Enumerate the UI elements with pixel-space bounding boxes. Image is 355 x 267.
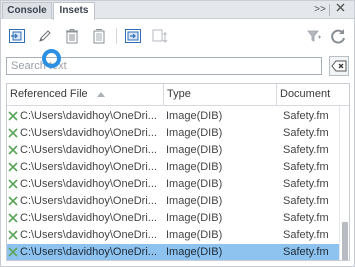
refresh-button[interactable]	[328, 26, 348, 46]
file-path-text: C:\Users\davidhoy\OneDri...	[20, 246, 157, 258]
broken-link-icon	[8, 196, 18, 206]
refresh-icon	[331, 29, 345, 44]
table-row[interactable]: C:\Users\davidhoy\OneDri... Image(DIB) Saf…	[7, 142, 339, 159]
column-header-document[interactable]: Document	[277, 84, 349, 105]
convert-inset-button[interactable]	[89, 26, 109, 46]
table-row[interactable]: C:\Users\davidhoy\OneDri... Image(DIB) Saf…	[7, 227, 339, 244]
delete-inset-button[interactable]	[62, 26, 82, 46]
broken-link-icon	[8, 145, 18, 155]
file-path-text: C:\Users\davidhoy\OneDri...	[20, 178, 157, 190]
delete-inset-icon	[66, 29, 78, 44]
cell-type: Image(DIB)	[166, 110, 223, 122]
place-inset-button[interactable]	[7, 26, 27, 46]
cell-referenced-file: C:\Users\davidhoy\OneDri...	[7, 244, 161, 260]
table-row[interactable]: C:\Users\davidhoy\OneDri... Image(DIB) Saf…	[7, 244, 339, 260]
table-row[interactable]: C:\Users\davidhoy\OneDri... Image(DIB) Saf…	[7, 176, 339, 193]
convert-inset-icon	[93, 29, 105, 44]
table-row[interactable]: C:\Users\davidhoy\OneDri... Image(DIB) Saf…	[7, 125, 339, 142]
cell-type: Image(DIB)	[166, 178, 223, 190]
tab-insets[interactable]: Insets	[53, 2, 95, 20]
cell-document: Safety.fm	[283, 246, 329, 258]
broken-link-icon	[8, 247, 18, 257]
update-inset-button[interactable]	[150, 26, 170, 46]
cell-document: Safety.fm	[283, 161, 329, 173]
cell-type: Image(DIB)	[166, 161, 223, 173]
tab-console[interactable]: Console	[2, 2, 52, 19]
column-header-referenced-file[interactable]: Referenced File	[7, 84, 164, 105]
cell-type: Image(DIB)	[166, 212, 223, 224]
close-icon	[336, 3, 344, 12]
broken-link-icon	[8, 162, 18, 172]
cell-document: Safety.fm	[283, 144, 329, 156]
goto-inset-button[interactable]	[123, 26, 143, 46]
update-inset-icon	[152, 29, 168, 43]
edit-inset-button[interactable]	[35, 26, 55, 46]
place-inset-icon	[9, 29, 25, 43]
file-path-text: C:\Users\davidhoy\OneDri...	[20, 195, 157, 207]
cell-document: Safety.fm	[283, 110, 329, 122]
cell-document: Safety.fm	[283, 212, 329, 224]
broken-link-icon	[8, 179, 18, 189]
cell-document: Safety.fm	[283, 178, 329, 190]
table-header: Referenced File Type Document	[7, 84, 349, 106]
column-header-label: Referenced File	[10, 88, 88, 100]
insets-panel: Console Insets >> Search text Referenced…	[0, 0, 355, 267]
cell-type: Image(DIB)	[166, 246, 223, 258]
table-row[interactable]: C:\Users\davidhoy\OneDri... Image(DIB) Saf…	[7, 210, 339, 227]
file-path-text: C:\Users\davidhoy\OneDri...	[20, 212, 157, 224]
column-header-type[interactable]: Type	[164, 84, 277, 105]
tab-bar: Console Insets >>	[1, 1, 354, 20]
cell-document: Safety.fm	[283, 127, 329, 139]
cell-type: Image(DIB)	[166, 127, 223, 139]
scrollbar-thumb[interactable]	[342, 222, 348, 260]
cell-referenced-file: C:\Users\davidhoy\OneDri...	[7, 227, 161, 244]
table-row[interactable]: C:\Users\davidhoy\OneDri... Image(DIB) Saf…	[7, 108, 339, 125]
cell-referenced-file: C:\Users\davidhoy\OneDri...	[7, 193, 161, 210]
broken-link-icon	[8, 230, 18, 240]
cell-type: Image(DIB)	[166, 229, 223, 241]
cell-referenced-file: C:\Users\davidhoy\OneDri...	[7, 210, 161, 227]
goto-inset-icon	[125, 29, 141, 43]
close-panel-button[interactable]	[331, 3, 349, 17]
broken-link-icon	[8, 213, 18, 223]
file-path-text: C:\Users\davidhoy\OneDri...	[20, 110, 157, 122]
table-row[interactable]: C:\Users\davidhoy\OneDri... Image(DIB) Saf…	[7, 193, 339, 210]
table-body: C:\Users\davidhoy\OneDri... Image(DIB) Saf…	[7, 106, 339, 260]
table-row[interactable]: C:\Users\davidhoy\OneDri... Image(DIB) Saf…	[7, 159, 339, 176]
broken-link-icon	[8, 128, 18, 138]
cell-type: Image(DIB)	[166, 195, 223, 207]
filter-icon	[307, 30, 321, 42]
sort-ascending-icon	[97, 92, 105, 97]
file-path-text: C:\Users\davidhoy\OneDri...	[20, 144, 157, 156]
cell-document: Safety.fm	[283, 229, 329, 241]
toolbar-divider	[116, 28, 117, 44]
cell-referenced-file: C:\Users\davidhoy\OneDri...	[7, 159, 161, 176]
edit-inset-icon	[39, 30, 51, 42]
tabbar-divider	[329, 4, 330, 16]
cell-referenced-file: C:\Users\davidhoy\OneDri...	[7, 142, 161, 159]
broken-link-icon	[8, 111, 18, 121]
click-indicator	[42, 49, 61, 68]
cell-type: Image(DIB)	[166, 144, 223, 156]
clear-search-button[interactable]	[329, 56, 349, 76]
file-path-text: C:\Users\davidhoy\OneDri...	[20, 127, 157, 139]
cell-referenced-file: C:\Users\davidhoy\OneDri...	[7, 176, 161, 193]
clear-icon	[331, 60, 347, 72]
insets-table: Referenced File Type Document C:\Users\d…	[6, 83, 350, 261]
toolbar	[1, 20, 354, 53]
vertical-scrollbar[interactable]	[339, 106, 349, 260]
cell-referenced-file: C:\Users\davidhoy\OneDri...	[7, 108, 161, 125]
cell-referenced-file: C:\Users\davidhoy\OneDri...	[7, 125, 161, 142]
filter-button[interactable]	[304, 26, 324, 46]
cell-document: Safety.fm	[283, 195, 329, 207]
file-path-text: C:\Users\davidhoy\OneDri...	[20, 229, 157, 241]
more-tabs-button[interactable]: >>	[312, 3, 328, 17]
file-path-text: C:\Users\davidhoy\OneDri...	[20, 161, 157, 173]
